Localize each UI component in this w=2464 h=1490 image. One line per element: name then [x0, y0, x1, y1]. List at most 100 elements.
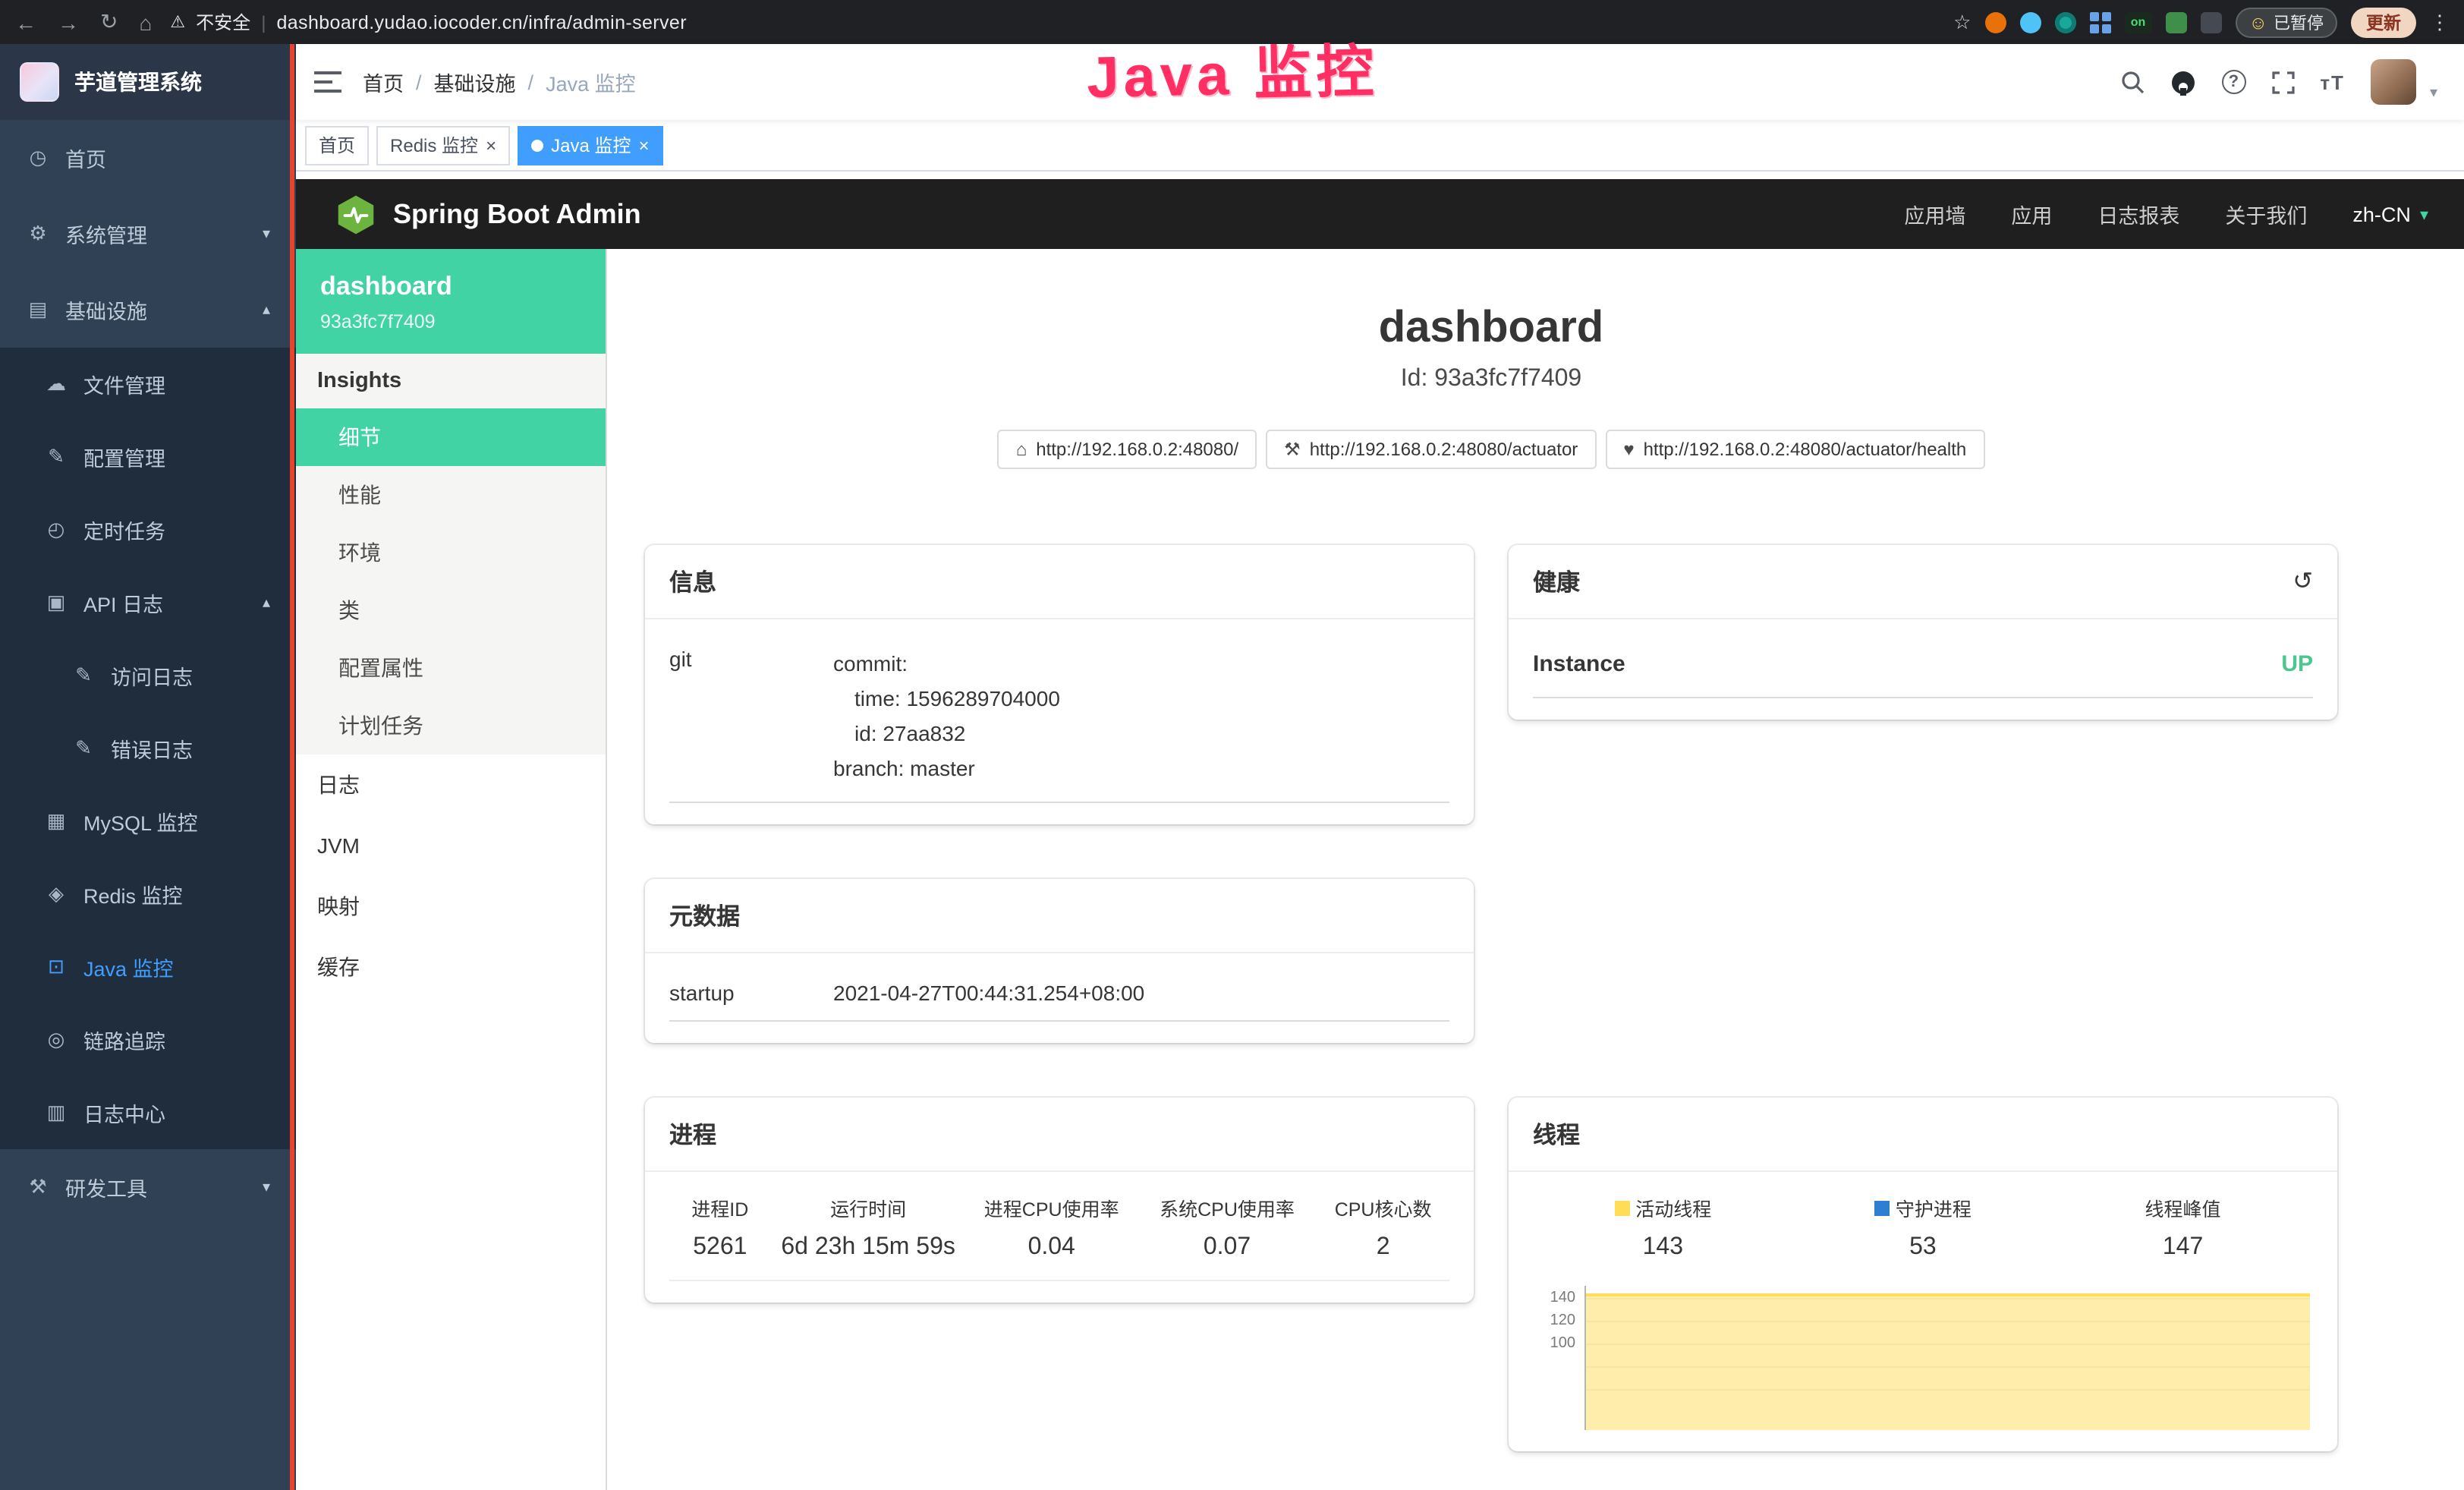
- extension-on-badge[interactable]: on: [2124, 11, 2151, 33]
- link-url: http://192.168.0.2:48080/actuator/health: [1644, 439, 1967, 460]
- instance-id: 93a3fc7f7409: [320, 311, 581, 332]
- sba-item-classes[interactable]: 类: [296, 581, 606, 639]
- health-instance-label: Instance: [1533, 651, 1625, 677]
- sba-locale-select[interactable]: zh-CN ▾: [2352, 203, 2428, 225]
- git-id-line: id: 27aa832: [833, 717, 1449, 751]
- sidebar-item-api-logs[interactable]: ▣ API 日志 ▴: [0, 566, 296, 639]
- screenshot-stage: ← → ↻ ⌂ ⚠ 不安全 | dashboard.yudao.iocoder.…: [0, 0, 2464, 1490]
- sidebar-item-dev-tools[interactable]: ⚒ 研发工具 ▾: [0, 1149, 296, 1225]
- service-url-link[interactable]: ⌂ http://192.168.0.2:48080/: [998, 430, 1257, 469]
- sba-instance-header[interactable]: dashboard 93a3fc7f7409: [296, 249, 606, 354]
- update-button[interactable]: 更新: [2351, 7, 2416, 37]
- url-text[interactable]: dashboard.yudao.iocoder.cn/infra/admin-s…: [276, 11, 687, 33]
- bookmark-star-icon[interactable]: ☆: [1953, 10, 1971, 34]
- extension-icon[interactable]: [2054, 11, 2075, 33]
- sba-section-insights[interactable]: Insights: [296, 354, 606, 408]
- app-logo[interactable]: 芋道管理系统: [0, 44, 296, 120]
- github-icon[interactable]: [2170, 69, 2195, 95]
- health-url-link[interactable]: ♥ http://192.168.0.2:48080/actuator/heal…: [1605, 430, 1984, 469]
- close-icon[interactable]: ×: [486, 136, 496, 154]
- access-log-icon: ✎: [71, 663, 96, 688]
- git-commit-line: commit:: [833, 647, 1449, 682]
- sba-item-caches[interactable]: 缓存: [296, 937, 606, 997]
- sidebar-item-trace[interactable]: ◎ 链路追踪: [0, 1003, 296, 1076]
- address-bar[interactable]: ⚠ 不安全 | dashboard.yudao.iocoder.cn/infra…: [170, 9, 687, 35]
- browser-menu-icon[interactable]: ⋮: [2430, 10, 2450, 34]
- sba-body: dashboard 93a3fc7f7409 Insights 细节 性能 环境…: [296, 249, 2464, 1490]
- user-avatar[interactable]: [2371, 59, 2416, 105]
- infrastructure-submenu: ☁ 文件管理 ✎ 配置管理 ◴ 定时任务 ▣ API 日志 ▴ ✎ 访问日志 ✎: [0, 348, 296, 1149]
- extension-icon[interactable]: [2089, 11, 2110, 33]
- sba-sidebar: dashboard 93a3fc7f7409 Insights 细节 性能 环境…: [296, 249, 607, 1490]
- sba-nav-applications[interactable]: 应用: [2011, 199, 2052, 229]
- breadcrumb-infrastructure[interactable]: 基础设施: [434, 67, 516, 97]
- avatar-caret-icon[interactable]: ▾: [2430, 84, 2437, 101]
- sidebar-item-log-center[interactable]: ▥ 日志中心: [0, 1076, 296, 1149]
- y-tick: 120: [1533, 1312, 1575, 1329]
- sidebar-item-access-logs[interactable]: ✎ 访问日志: [0, 639, 296, 712]
- log-center-icon: ▥: [44, 1101, 68, 1125]
- breadcrumb-home[interactable]: 首页: [363, 67, 404, 97]
- sba-insights-group: Insights 细节 性能 环境 类 配置属性 计划任务: [296, 354, 606, 754]
- logo-image: [20, 62, 59, 102]
- sidebar-item-error-logs[interactable]: ✎ 错误日志: [0, 712, 296, 785]
- sba-nav: 应用墙 应用 日志报表 关于我们 zh-CN ▾: [1904, 199, 2428, 229]
- sba-item-scheduled-tasks[interactable]: 计划任务: [296, 697, 606, 754]
- tab-redis-monitor[interactable]: Redis 监控 ×: [376, 125, 510, 165]
- reload-button[interactable]: ↻: [100, 9, 118, 35]
- sidebar-item-system-management[interactable]: ⚙ 系统管理 ▾: [0, 196, 296, 272]
- help-icon[interactable]: ?: [2221, 70, 2245, 94]
- gear-icon: ⚙: [26, 222, 50, 246]
- sba-nav-about[interactable]: 关于我们: [2225, 199, 2307, 229]
- sidebar-item-label: MySQL 监控: [83, 806, 198, 836]
- sba-item-jvm[interactable]: JVM: [296, 815, 606, 876]
- tab-java-monitor[interactable]: Java 监控 ×: [518, 125, 662, 165]
- chevron-up-icon: ▴: [263, 301, 270, 318]
- extension-icon[interactable]: [2200, 11, 2221, 33]
- sba-item-details[interactable]: 细节: [296, 408, 606, 466]
- font-size-icon[interactable]: тT: [2320, 71, 2345, 93]
- sba-brand[interactable]: Spring Boot Admin: [335, 194, 641, 235]
- sidebar-item-redis-monitor[interactable]: ◈ Redis 监控: [0, 858, 296, 931]
- git-time-line: time: 1596289704000: [833, 682, 1449, 717]
- sba-nav-wallboard[interactable]: 应用墙: [1904, 199, 1965, 229]
- sba-item-mappings[interactable]: 映射: [296, 876, 606, 937]
- sidebar-item-config-management[interactable]: ✎ 配置管理: [0, 421, 296, 493]
- sba-item-logs[interactable]: 日志: [296, 754, 606, 815]
- eye-icon: ◎: [44, 1028, 68, 1052]
- tab-label: Redis 监控: [390, 132, 478, 158]
- actuator-url-link[interactable]: ⚒ http://192.168.0.2:48080/actuator: [1266, 430, 1596, 469]
- sidebar-item-infrastructure[interactable]: ▤ 基础设施 ▴: [0, 272, 296, 348]
- process-card: 进程 进程ID 运行时间 进程CPU使用率 系统CPU使用率 CPU核心数: [645, 1098, 1474, 1303]
- val-cpus: 2: [1317, 1234, 1449, 1262]
- sba-item-config-props[interactable]: 配置属性: [296, 639, 606, 697]
- security-label[interactable]: 不安全: [196, 9, 250, 35]
- extension-icon[interactable]: [1984, 11, 2006, 33]
- sidebar-item-mysql-monitor[interactable]: ▦ MySQL 监控: [0, 785, 296, 858]
- legend-value: 147: [2053, 1234, 2313, 1262]
- forward-button[interactable]: →: [58, 10, 79, 34]
- sba-nav-journal[interactable]: 日志报表: [2097, 199, 2179, 229]
- fullscreen-icon[interactable]: [2271, 71, 2294, 93]
- close-icon[interactable]: ×: [638, 136, 649, 154]
- sidebar-item-label: 定时任务: [83, 515, 165, 545]
- log-icon: ▣: [44, 591, 68, 615]
- chevron-down-icon: ▾: [263, 1179, 270, 1195]
- back-button[interactable]: ←: [15, 10, 36, 34]
- extension-icon[interactable]: [2019, 11, 2041, 33]
- search-icon[interactable]: [2119, 70, 2144, 94]
- val-system-cpu: 0.07: [1138, 1234, 1317, 1262]
- sba-item-metrics[interactable]: 性能: [296, 466, 606, 524]
- sidebar-item-java-monitor[interactable]: ⊡ Java 监控: [0, 931, 296, 1003]
- home-button[interactable]: ⌂: [139, 10, 152, 34]
- tab-home[interactable]: 首页: [305, 125, 369, 165]
- sba-item-environment[interactable]: 环境: [296, 524, 606, 581]
- y-tick: 140: [1533, 1290, 1575, 1306]
- sidebar-item-file-management[interactable]: ☁ 文件管理: [0, 348, 296, 421]
- history-icon[interactable]: ↺: [2292, 566, 2313, 597]
- sidebar-item-scheduled-tasks[interactable]: ◴ 定时任务: [0, 493, 296, 566]
- paused-badge[interactable]: ☺ 已暂停: [2235, 7, 2337, 37]
- hamburger-icon[interactable]: [314, 70, 341, 94]
- extension-icon[interactable]: [2165, 11, 2186, 33]
- sidebar-item-home[interactable]: ◷ 首页: [0, 120, 296, 196]
